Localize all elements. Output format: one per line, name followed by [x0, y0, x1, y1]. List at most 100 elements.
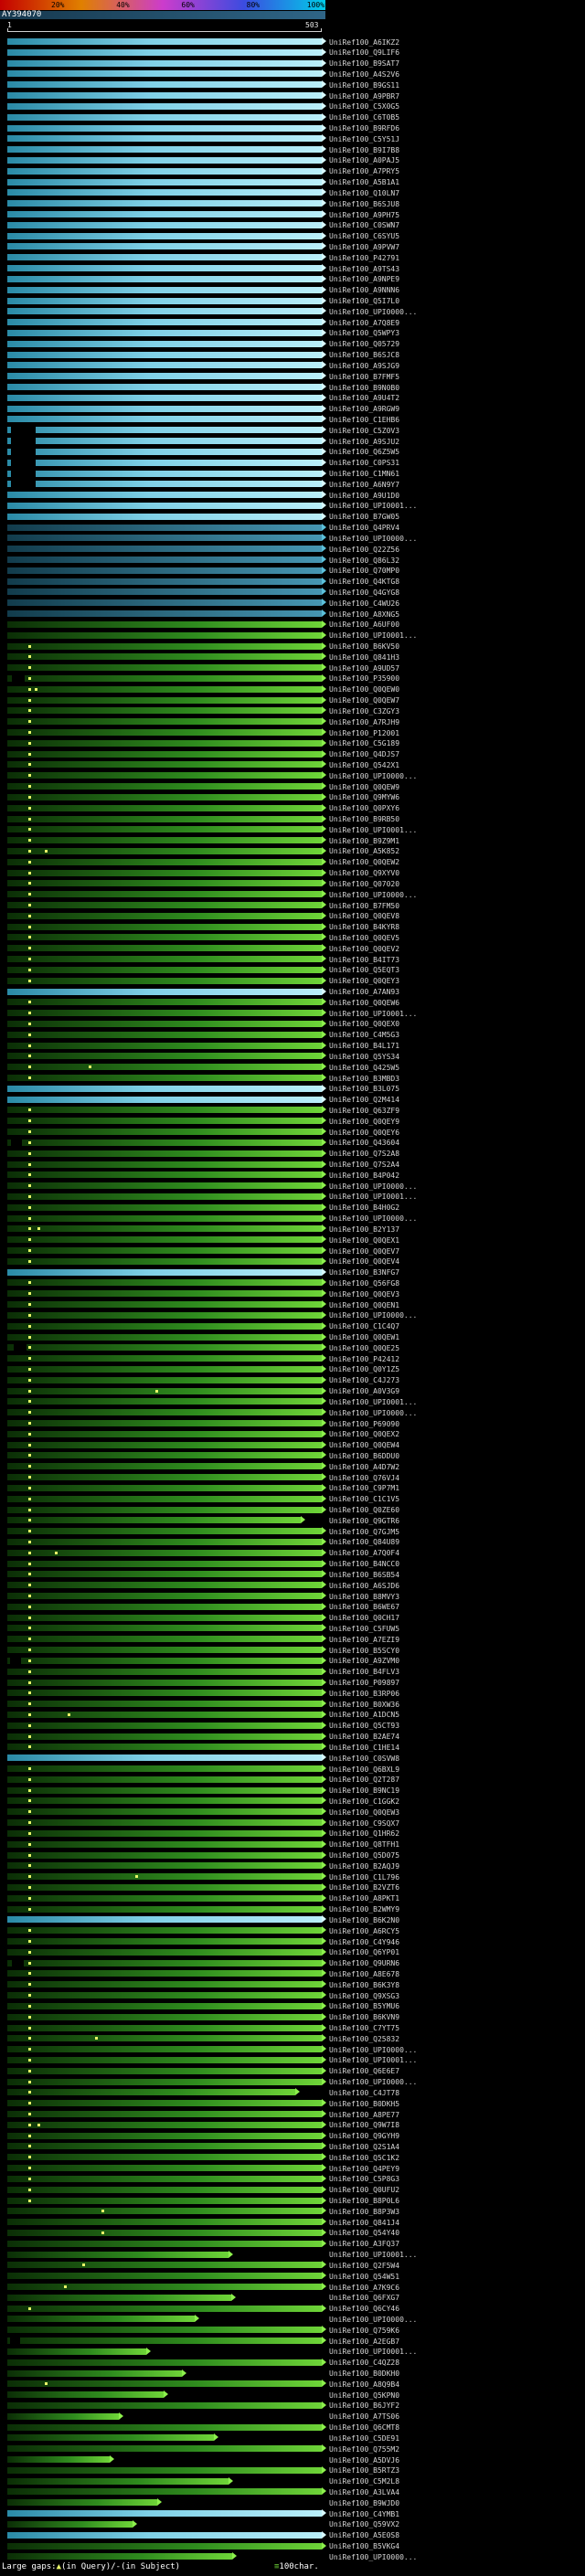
hit-bar[interactable] [7, 610, 326, 618]
hit-bar[interactable] [7, 684, 326, 693]
hit-label[interactable]: UniRef100_C1MN61 [329, 470, 399, 478]
hit-bar[interactable] [7, 879, 326, 887]
hit-label[interactable]: UniRef100_Q0QEW2 [329, 858, 399, 866]
hit-label[interactable]: UniRef100_A3LVA4 [329, 2488, 399, 2496]
hit-label[interactable]: UniRef100_C0PS31 [329, 459, 399, 467]
hit-label[interactable]: UniRef100_C1C1V5 [329, 1495, 399, 1503]
hit-label[interactable]: UniRef100_Q0QEW6 [329, 999, 399, 1007]
hit-label[interactable]: UniRef100_UPI0001... [329, 826, 417, 834]
hit-bar[interactable] [7, 749, 326, 758]
hit-bar[interactable] [7, 933, 326, 941]
hit-label[interactable]: UniRef100_UPI0000... [329, 1311, 417, 1320]
hit-label[interactable]: UniRef100_B7GW05 [329, 513, 399, 521]
hit-bar[interactable] [7, 2412, 123, 2420]
hit-label[interactable]: UniRef100_C6T0B5 [329, 113, 399, 122]
hit-label[interactable]: UniRef100_B9RB50 [329, 815, 399, 823]
hit-label[interactable]: UniRef100_C3ZGY3 [329, 707, 399, 716]
hit-label[interactable]: UniRef100_Q9URN6 [329, 1959, 399, 1967]
hit-bar[interactable] [7, 1160, 326, 1168]
hit-label[interactable]: UniRef100_UPI0000... [329, 772, 417, 780]
hit-label[interactable]: UniRef100_UPI0000... [329, 535, 417, 543]
hit-label[interactable]: UniRef100_B6WE67 [329, 1603, 399, 1611]
hit-label[interactable]: UniRef100_Q22Z56 [329, 546, 399, 554]
hit-label[interactable]: UniRef100_Q9GYH9 [329, 2132, 399, 2140]
hit-label[interactable]: UniRef100_A9NNN6 [329, 286, 399, 294]
hit-label[interactable]: UniRef100_P42791 [329, 254, 399, 262]
hit-label[interactable]: UniRef100_B2VZT6 [329, 1883, 399, 1892]
hit-bar[interactable] [7, 2530, 326, 2539]
hit-bar[interactable] [7, 738, 326, 747]
hit-bar[interactable] [7, 706, 326, 715]
hit-bar[interactable] [7, 393, 326, 401]
hit-label[interactable]: UniRef100_Q0QEV8 [329, 912, 399, 920]
hit-label[interactable]: UniRef100_C1GGK2 [329, 1797, 399, 1806]
hit-bar[interactable] [7, 2498, 163, 2507]
hit-bar[interactable] [7, 663, 326, 672]
hit-label[interactable]: UniRef100_Q5I7L0 [329, 297, 399, 305]
hit-label[interactable]: UniRef100_A7TS06 [329, 2412, 399, 2421]
hit-bar[interactable] [7, 1095, 326, 1103]
hit-bar[interactable] [7, 2337, 326, 2345]
hit-bar[interactable] [7, 101, 326, 110]
hit-label[interactable]: UniRef100_Q759K6 [329, 2327, 399, 2335]
hit-label[interactable]: UniRef100_UPI0000... [329, 891, 417, 899]
hit-label[interactable]: UniRef100_A9TS43 [329, 265, 399, 273]
hit-bar[interactable] [7, 2390, 168, 2399]
hit-label[interactable]: UniRef100_A6N9Y7 [329, 481, 399, 489]
hit-bar[interactable] [7, 2001, 326, 2009]
hit-bar[interactable] [7, 1084, 326, 1092]
hit-label[interactable]: UniRef100_Q6CY46 [329, 2305, 399, 2313]
hit-bar[interactable] [7, 1332, 326, 1341]
hit-bar[interactable] [7, 1009, 326, 1017]
hit-bar[interactable] [7, 2120, 326, 2128]
hit-bar[interactable] [7, 1203, 326, 1211]
hit-label[interactable]: UniRef100_Q9MYW6 [329, 793, 399, 801]
hit-bar[interactable] [7, 1386, 326, 1394]
hit-label[interactable]: UniRef100_Q0CH17 [329, 1614, 399, 1622]
hit-bar[interactable] [7, 1375, 326, 1383]
hit-bar[interactable] [7, 1343, 326, 1352]
hit-label[interactable]: UniRef100_B4P042 [329, 1171, 399, 1180]
hit-bar[interactable] [7, 1527, 326, 1535]
hit-bar[interactable] [7, 1473, 326, 1481]
hit-bar[interactable] [7, 69, 326, 78]
hit-label[interactable]: UniRef100_B3RP06 [329, 1690, 399, 1698]
hit-label[interactable]: UniRef100_UPI0001... [329, 1193, 417, 1201]
hit-label[interactable]: UniRef100_C5Y51J [329, 135, 399, 143]
hit-bar[interactable] [7, 1937, 326, 1945]
hit-label[interactable]: UniRef100_Q6E6E7 [329, 2067, 399, 2075]
hit-label[interactable]: UniRef100_Q755M2 [329, 2445, 399, 2454]
hit-label[interactable]: UniRef100_C5G189 [329, 739, 399, 747]
hit-label[interactable]: UniRef100_A5B1A1 [329, 178, 399, 186]
hit-label[interactable]: UniRef100_B2AE74 [329, 1733, 399, 1741]
hit-label[interactable]: UniRef100_A4D7W2 [329, 1463, 399, 1471]
hit-bar[interactable] [7, 2326, 326, 2334]
hit-bar[interactable] [7, 1019, 326, 1027]
hit-bar[interactable] [7, 123, 326, 132]
hit-bar[interactable] [7, 210, 326, 217]
hit-label[interactable]: UniRef100_Q43604 [329, 1139, 399, 1147]
hit-bar[interactable] [7, 1656, 326, 1664]
hit-label[interactable]: UniRef100_C6SYU5 [329, 232, 399, 240]
hit-label[interactable]: UniRef100_UPI0001... [329, 2348, 417, 2356]
hit-label[interactable]: UniRef100_UPI0000... [329, 2046, 417, 2054]
hit-label[interactable]: UniRef100_Q542X1 [329, 761, 399, 769]
hit-label[interactable]: UniRef100_Q0QE25 [329, 1344, 399, 1352]
hit-label[interactable]: UniRef100_Q1HR62 [329, 1829, 399, 1838]
hit-bar[interactable] [7, 1246, 326, 1254]
hit-label[interactable]: UniRef100_C9SQX7 [329, 1819, 399, 1828]
hit-bar[interactable] [7, 760, 326, 769]
hit-label[interactable]: UniRef100_Q9XYV0 [329, 869, 399, 877]
hit-bar[interactable] [7, 1893, 326, 1902]
hit-label[interactable]: UniRef100_C5Z0V3 [329, 427, 399, 435]
hit-bar[interactable] [7, 2055, 326, 2063]
hit-bar[interactable] [7, 976, 326, 984]
hit-label[interactable]: UniRef100_A6SJD6 [329, 1582, 399, 1590]
hit-label[interactable]: UniRef100_B9GS11 [329, 81, 399, 90]
hit-label[interactable]: UniRef100_B6KVN9 [329, 2013, 399, 2021]
hit-label[interactable]: UniRef100_Q86L32 [329, 557, 399, 565]
hit-bar[interactable] [7, 1537, 326, 1545]
hit-bar[interactable] [7, 372, 326, 380]
hit-bar[interactable] [7, 383, 326, 390]
hit-bar[interactable] [7, 426, 326, 434]
